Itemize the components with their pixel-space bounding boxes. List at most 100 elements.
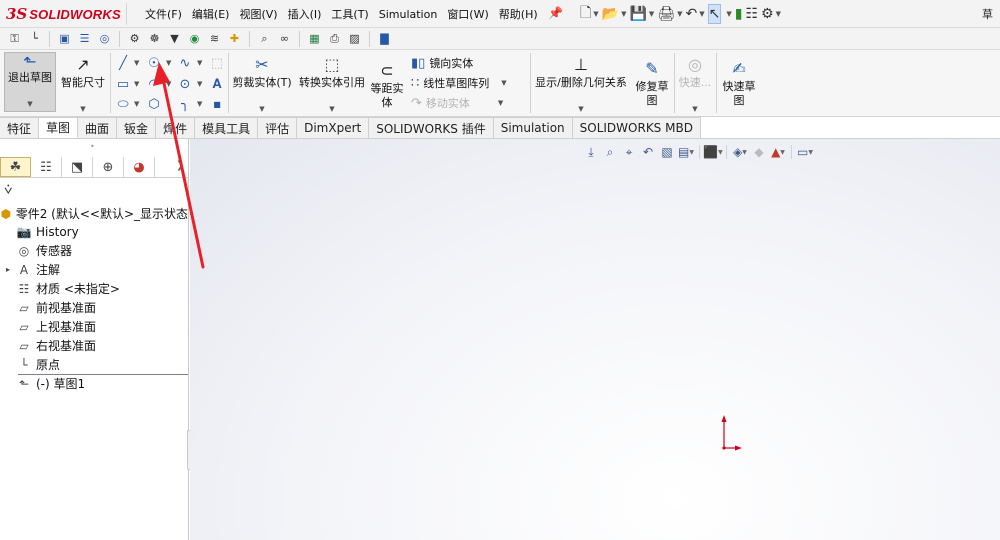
display-relations-button[interactable]: ⊥ 显示/删除几何关系 ▼ xyxy=(533,54,629,116)
panel-grip-icon[interactable]: • xyxy=(90,142,95,151)
tab-2[interactable]: 曲面 xyxy=(78,117,118,138)
line-icon[interactable]: ╱ xyxy=(114,54,132,72)
gear-settings-icon[interactable]: ☸ xyxy=(146,30,163,47)
printer-icon[interactable]: ⎙ xyxy=(326,30,343,47)
graphics-area[interactable] xyxy=(190,139,1000,540)
tree-item[interactable]: ▱ 右视基准面 xyxy=(0,336,188,355)
linear-pattern-button[interactable]: ∷ 线性草图阵列 ▼ xyxy=(411,75,507,91)
section-view-icon[interactable]: ▧ xyxy=(659,144,675,160)
toolbar-separator xyxy=(699,145,700,159)
tab-8[interactable]: SOLIDWORKS 插件 xyxy=(369,117,494,138)
chevron-down-icon[interactable]: ▼ xyxy=(134,59,139,67)
view-orientation-icon[interactable]: ⤓ xyxy=(583,144,599,160)
tree-item[interactable]: ☷ 材质 <未指定> xyxy=(0,279,188,298)
exit-sketch-button[interactable]: ⬑ 退出草图 ▼ xyxy=(4,52,56,112)
sketch-corner-icon[interactable]: └ xyxy=(26,30,43,47)
filter-icon[interactable]: ⩒ xyxy=(4,182,13,198)
slot-icon[interactable]: ⬭ xyxy=(114,95,132,113)
tree-item[interactable]: └ 原点 xyxy=(0,355,188,374)
scene-icon[interactable]: ▲ ▼ xyxy=(770,144,786,160)
chart-icon[interactable]: ▇ xyxy=(376,30,393,47)
menu-file[interactable]: 文件(F) xyxy=(140,6,187,22)
waves-icon[interactable]: ≋ xyxy=(206,30,223,47)
green-marker-icon[interactable]: ◉ xyxy=(186,30,203,47)
feature-manager-tab-icon[interactable]: ☘ xyxy=(0,157,31,177)
tab-0[interactable]: 特征 xyxy=(0,117,40,138)
convert-entities-button[interactable]: ⬚ 转换实体引用 ▼ xyxy=(296,54,368,116)
key-icon[interactable]: ⚿ xyxy=(6,30,23,47)
mirror-entities-button[interactable]: ▮▯ 镜向实体 xyxy=(411,55,473,71)
tree-item[interactable]: ▱ 上视基准面 xyxy=(0,317,188,336)
tab-9[interactable]: Simulation xyxy=(493,117,573,138)
hide-show-items-icon[interactable]: ◈ ▼ xyxy=(732,144,748,160)
chevron-down-icon[interactable]: ▼ xyxy=(134,100,139,108)
view-settings-monitor-icon[interactable]: ▭ ▼ xyxy=(797,144,813,160)
tab-10[interactable]: SOLIDWORKS MBD xyxy=(572,117,701,138)
undo-button[interactable]: ↶ ▼ xyxy=(685,4,704,24)
zoom-to-fit-icon[interactable]: ⌕ xyxy=(602,144,618,160)
plane-grid-icon[interactable]: ⬚ xyxy=(208,54,226,72)
binoculars-icon[interactable]: ∞ xyxy=(276,30,293,47)
offset-entities-button[interactable]: ⊂ 等距实 体 xyxy=(370,60,404,110)
tab-7[interactable]: DimXpert xyxy=(297,117,370,138)
quick-snaps-button[interactable]: ◎ 快速... ▼ xyxy=(677,54,713,116)
text-icon[interactable]: 𝐀 xyxy=(208,75,226,93)
gear-part-icon[interactable]: ⚙ xyxy=(126,30,143,47)
configuration-manager-tab-icon[interactable]: ⬔ xyxy=(62,157,93,177)
rapid-sketch-button[interactable]: ✍ 快速草 图 xyxy=(720,58,758,108)
dynamic-annotation-icon[interactable]: ▤ ▼ xyxy=(678,144,694,160)
tree-item[interactable]: ▱ 前视基准面 xyxy=(0,298,188,317)
excel-icon[interactable]: ▦ xyxy=(306,30,323,47)
menu-tools[interactable]: 工具(T) xyxy=(326,6,373,22)
toolbar-separator xyxy=(119,30,120,47)
bowl-icon[interactable]: ▼ xyxy=(166,30,183,47)
edit-appearance-icon[interactable]: ◆ xyxy=(751,144,767,160)
image-icon[interactable]: ▨ xyxy=(346,30,363,47)
menu-window[interactable]: 窗口(W) xyxy=(442,6,493,22)
select-pointer-button[interactable]: ↖ xyxy=(707,4,722,24)
globe-icon[interactable]: ◎ xyxy=(96,30,113,47)
print-button[interactable]: 🖨 ▼ xyxy=(657,4,682,24)
move-entities-button[interactable]: ↷ 移动实体 ▼ xyxy=(411,95,503,111)
origin-triad xyxy=(721,415,742,451)
magnifier-icon[interactable]: ⌕ xyxy=(256,30,273,47)
menu-simulation[interactable]: Simulation xyxy=(374,8,443,21)
menu-view[interactable]: 视图(V) xyxy=(234,6,282,22)
rebuild-traffic-light-icon[interactable]: ▮ xyxy=(735,4,743,24)
point-icon[interactable]: ■ xyxy=(208,95,226,113)
previous-view-icon[interactable]: ↶ xyxy=(640,144,656,160)
open-document-button[interactable]: 📂 ▼ xyxy=(602,4,627,24)
monitor-icon[interactable]: ▣ xyxy=(56,30,73,47)
repair-sketch-button[interactable]: ✎ 修复草 图 xyxy=(632,58,672,108)
smart-dimension-button[interactable]: ↗ 智能尺寸 ▼ xyxy=(58,54,108,116)
repair-sketch-label: 修复草 图 xyxy=(635,80,669,107)
menu-help[interactable]: 帮助(H) xyxy=(494,6,543,22)
chevron-down-icon: ▼ xyxy=(578,105,584,113)
quick-access-toolbar: 🗋 ▼ 📂 ▼ 💾 ▼ 🖨 ▼ ↶ ▼ ↖ ▼ ▮ ☷ ⚙ ▼ xyxy=(580,3,781,25)
pin-menu-icon[interactable]: 📌 xyxy=(548,6,563,20)
rollback-bar[interactable] xyxy=(18,374,188,375)
tree-item[interactable]: ⬑ (-) 草图1 xyxy=(0,374,188,393)
assembly-icon[interactable]: ☰ xyxy=(76,30,93,47)
save-button[interactable]: 💾 ▼ xyxy=(629,4,654,24)
rectangle-icon[interactable]: ▭ xyxy=(114,75,132,93)
new-document-button[interactable]: 🗋 ▼ xyxy=(580,4,599,24)
tab-1[interactable]: 草图 xyxy=(39,117,79,138)
trim-entities-button[interactable]: ✂ 剪裁实体(T) ▼ xyxy=(231,54,293,116)
plus-part-icon[interactable]: ✚ xyxy=(226,30,243,47)
dimxpert-manager-tab-icon[interactable]: ⊕ xyxy=(93,157,124,177)
zoom-to-area-icon[interactable]: ⌖ xyxy=(621,144,637,160)
origin-icon: └ xyxy=(20,357,28,372)
menu-insert[interactable]: 插入(I) xyxy=(283,6,327,22)
cube-convert-icon: ⬚ xyxy=(324,55,340,74)
solidworks-logo[interactable]: 3S SOLIDWORKS xyxy=(6,5,121,23)
tab-6[interactable]: 评估 xyxy=(258,117,298,138)
expand-arrow-icon[interactable]: ▸ xyxy=(6,265,16,274)
options-gear-icon[interactable]: ⚙ ▼ xyxy=(761,4,781,24)
menu-edit[interactable]: 编辑(E) xyxy=(187,6,235,22)
select-dropdown-icon[interactable]: ▼ xyxy=(724,4,731,24)
property-manager-tab-icon[interactable]: ☷ xyxy=(31,157,62,177)
chevron-down-icon[interactable]: ▼ xyxy=(134,80,139,88)
file-properties-icon[interactable]: ☷ xyxy=(745,4,758,24)
display-style-icon[interactable]: ⬛ ▼ xyxy=(703,144,723,160)
